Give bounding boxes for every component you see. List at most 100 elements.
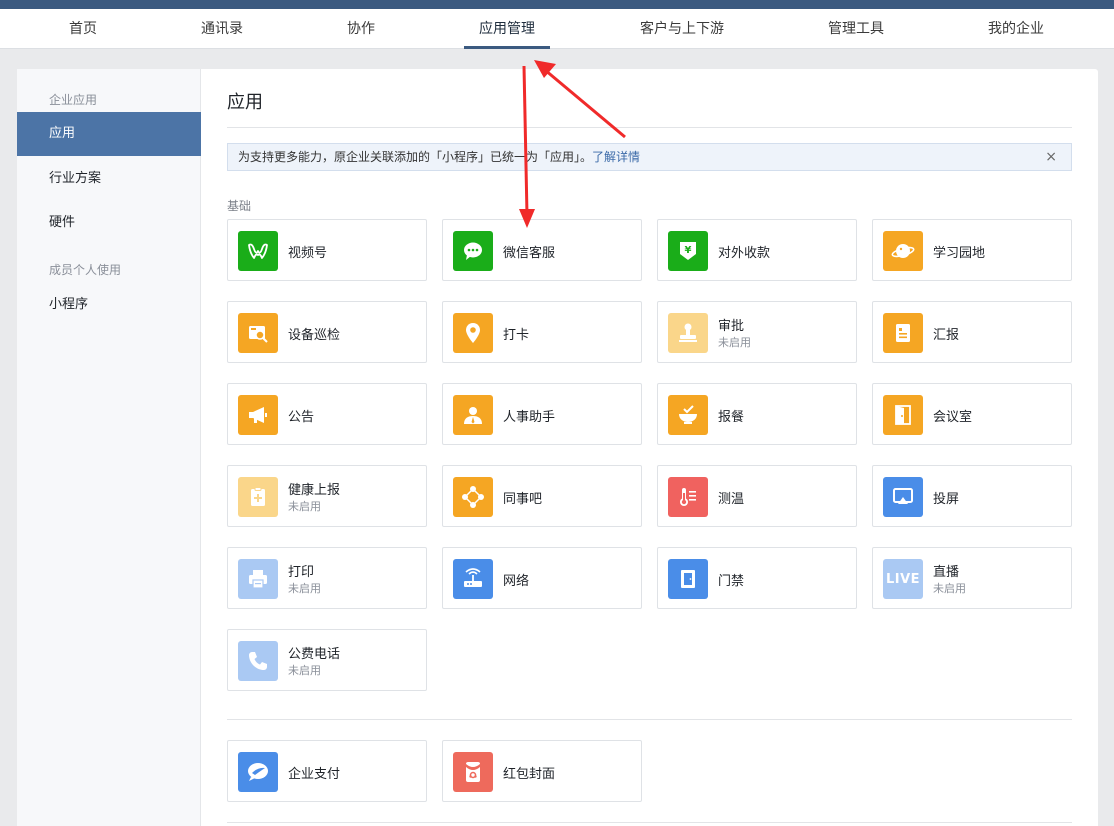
app-card-name: 视频号 [288, 246, 328, 261]
thermometer-icon [668, 477, 708, 517]
app-card-location-pin[interactable]: 打卡 [442, 301, 642, 363]
app-card-router[interactable]: 网络 [442, 547, 642, 609]
network-nodes-icon [453, 477, 493, 517]
notice-text: 为支持更多能力，原企业关联添加的「小程序」已统一为「应用」。 [238, 150, 593, 164]
chat-bubble-icon [453, 231, 493, 271]
app-card-pay-bubble[interactable]: 企业支付 [227, 740, 427, 802]
sidebar-group-enterprise-apps: 企业应用 [49, 93, 98, 107]
megaphone-icon [238, 395, 278, 435]
section-label-basic: 基础 [227, 199, 252, 213]
app-card-name: 企业支付 [288, 767, 341, 782]
app-card-status: 未启用 [288, 582, 321, 595]
app-card-access-door[interactable]: 门禁 [657, 547, 857, 609]
screen-cast-icon [883, 477, 923, 517]
learn-more-link[interactable]: 了解详情 [592, 150, 640, 164]
app-card-health-clipboard[interactable]: 健康上报 未启用 [227, 465, 427, 527]
tab-contacts[interactable]: 通讯录 [201, 9, 243, 49]
stamp-icon [668, 313, 708, 353]
sidebar-item-apps[interactable]: 应用 [17, 112, 201, 156]
app-card-name: 直播 [933, 565, 960, 580]
tab-home[interactable]: 首页 [69, 9, 97, 49]
app-card-name: 门禁 [718, 574, 745, 589]
app-card-door[interactable]: 会议室 [872, 383, 1072, 445]
app-card-status: 未启用 [288, 664, 321, 677]
sidebar-item-mini-programs[interactable]: 小程序 [17, 283, 201, 327]
door-icon [883, 395, 923, 435]
app-card-channels[interactable]: 视频号 [227, 219, 427, 281]
tab-app-management[interactable]: 应用管理 [464, 9, 550, 49]
tab-collaboration[interactable]: 协作 [347, 9, 375, 49]
app-card-thermometer[interactable]: 测温 [657, 465, 857, 527]
app-card-name: 学习园地 [933, 246, 986, 261]
app-card-screen-cast[interactable]: 投屏 [872, 465, 1072, 527]
app-card-planet[interactable]: 学习园地 [872, 219, 1072, 281]
app-card-status: 未启用 [288, 500, 321, 513]
app-card-name: 红包封面 [503, 767, 556, 782]
app-card-printer[interactable]: 打印 未启用 [227, 547, 427, 609]
app-card-status: 未启用 [933, 582, 966, 595]
location-pin-icon [453, 313, 493, 353]
title-divider [227, 127, 1072, 128]
app-card-name: 审批 [718, 319, 745, 334]
top-navigation: 首页 通讯录 协作 应用管理 客户与上下游 管理工具 我的企业 [0, 9, 1114, 49]
pay-bubble-icon [238, 752, 278, 792]
app-card-name: 报餐 [718, 410, 745, 425]
app-card-chat-bubble[interactable]: 微信客服 [442, 219, 642, 281]
app-card-name: 同事吧 [503, 492, 543, 507]
app-card-person[interactable]: 人事助手 [442, 383, 642, 445]
device-inspect-icon [238, 313, 278, 353]
app-card-name: 公告 [288, 410, 315, 425]
section-divider [227, 719, 1072, 720]
phone-icon [238, 641, 278, 681]
app-card-yuan-shield[interactable]: ¥ 对外收款 [657, 219, 857, 281]
app-card-name: 测温 [718, 492, 745, 507]
app-card-name: 汇报 [933, 328, 960, 343]
app-card-live[interactable]: LIVE 直播未启用 [872, 547, 1072, 609]
app-card-name: 人事助手 [503, 410, 556, 425]
notice-banner: 为支持更多能力，原企业关联添加的「小程序」已统一为「应用」。了解详情 × [227, 143, 1072, 171]
access-door-icon [668, 559, 708, 599]
app-card-phone[interactable]: 公费电话 未启用 [227, 629, 427, 691]
app-card-meal-bowl[interactable]: 报餐 [657, 383, 857, 445]
router-icon [453, 559, 493, 599]
main-panel: 企业应用 应用 行业方案 硬件 成员个人使用 小程序 应用 为支持更多能力，原企… [17, 69, 1098, 826]
app-card-name: 打印 [288, 565, 315, 580]
page-title: 应用 [227, 92, 263, 113]
app-card-network-nodes[interactable]: 同事吧 [442, 465, 642, 527]
tab-customers-upstream[interactable]: 客户与上下游 [640, 9, 724, 49]
report-doc-icon [883, 313, 923, 353]
app-card-report-doc[interactable]: 汇报 [872, 301, 1072, 363]
app-card-device-inspect[interactable]: 设备巡检 [227, 301, 427, 363]
sidebar-item-industry-solutions[interactable]: 行业方案 [17, 157, 201, 201]
app-card-name: 会议室 [933, 410, 973, 425]
svg-text:¥: ¥ [685, 245, 692, 256]
tab-my-enterprise[interactable]: 我的企业 [988, 9, 1044, 49]
top-header-strip [0, 0, 1114, 9]
tab-management-tools[interactable]: 管理工具 [828, 9, 884, 49]
app-card-red-packet[interactable]: 红包封面 [442, 740, 642, 802]
printer-icon [238, 559, 278, 599]
live-glyph: LIVE [885, 571, 921, 587]
app-card-name: 打卡 [503, 328, 530, 343]
app-card-name: 网络 [503, 574, 530, 589]
health-clipboard-icon [238, 477, 278, 517]
content-area: 应用 为支持更多能力，原企业关联添加的「小程序」已统一为「应用」。了解详情 × … [227, 69, 1072, 826]
meal-bowl-icon [668, 395, 708, 435]
app-card-stamp[interactable]: 审批 未启用 [657, 301, 857, 363]
app-card-name: 公费电话 [288, 647, 341, 662]
notice-close-icon[interactable]: × [1045, 144, 1057, 170]
app-card-name: 微信客服 [503, 246, 556, 261]
app-card-megaphone[interactable]: 公告 [227, 383, 427, 445]
person-icon [453, 395, 493, 435]
planet-icon [883, 231, 923, 271]
red-packet-icon [453, 752, 493, 792]
sidebar-group-member-personal: 成员个人使用 [49, 263, 122, 277]
channels-icon [238, 231, 278, 271]
app-card-name: 设备巡检 [288, 328, 341, 343]
sidebar: 企业应用 应用 行业方案 硬件 成员个人使用 小程序 [17, 69, 201, 826]
live-icon: LIVE [883, 559, 923, 599]
app-card-name: 投屏 [933, 492, 960, 507]
sidebar-item-hardware[interactable]: 硬件 [17, 201, 201, 245]
app-card-name: 对外收款 [718, 246, 771, 261]
app-card-status: 未启用 [718, 336, 751, 349]
